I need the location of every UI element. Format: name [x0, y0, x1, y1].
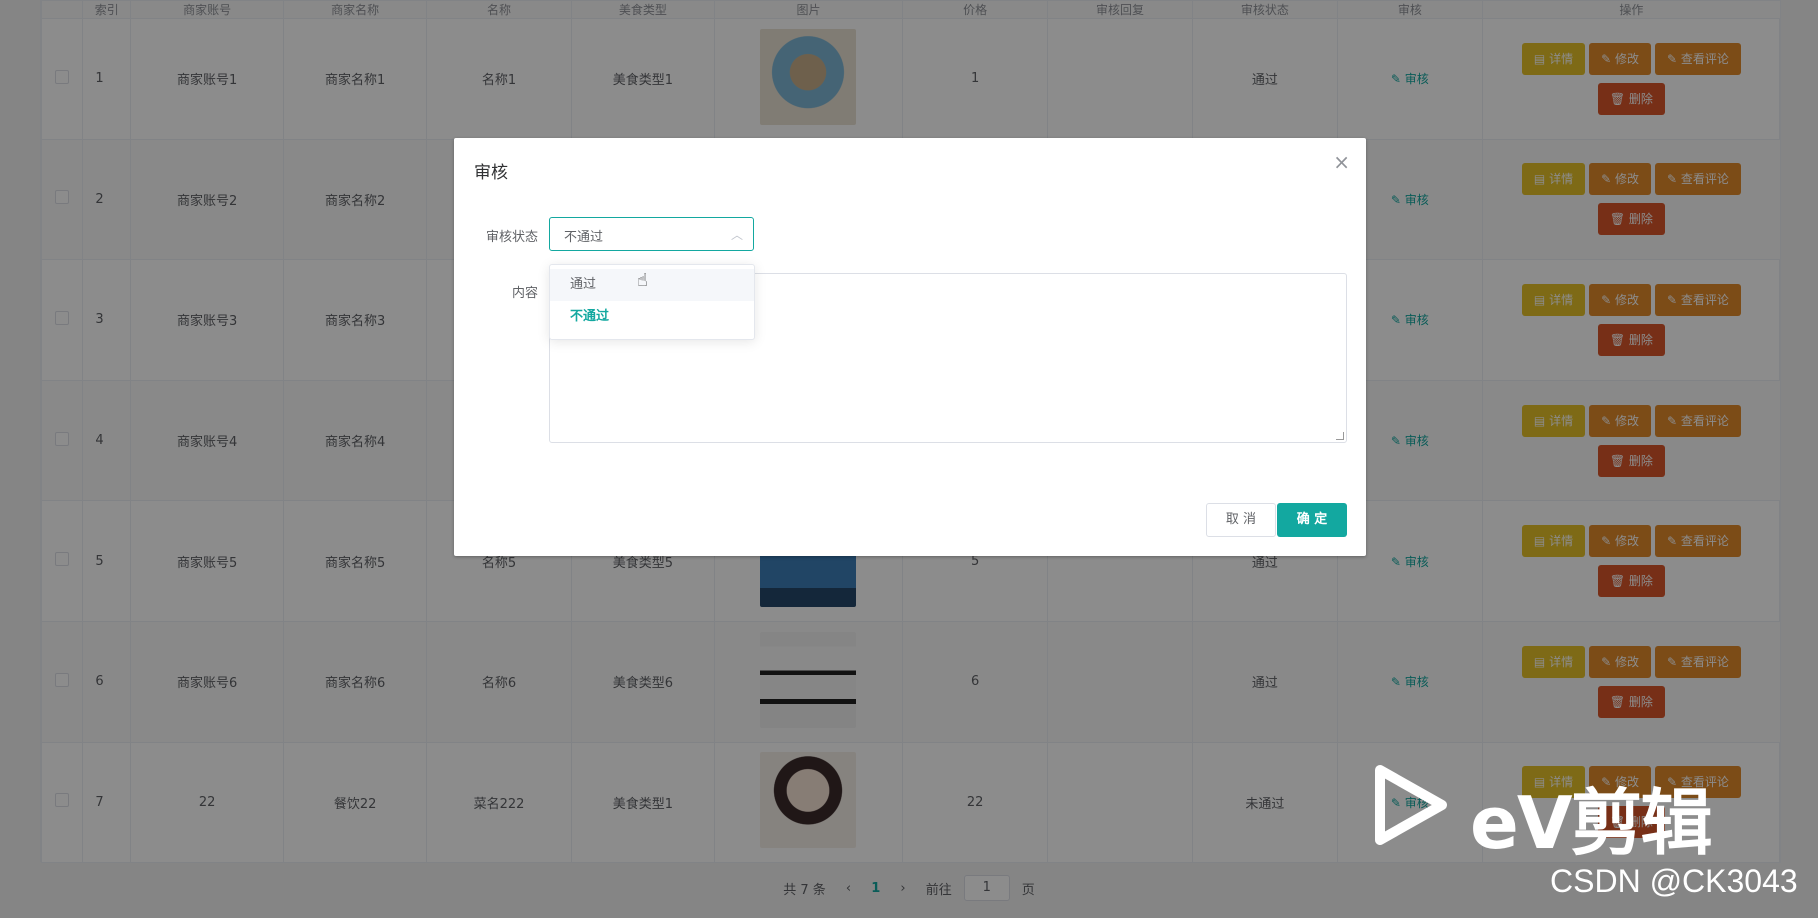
option-pass[interactable]: 通过 — [550, 269, 754, 301]
audit-dialog: 审核 × 审核状态 不通过 ︿ 内容 取 消 确 定 — [454, 138, 1366, 556]
watermark-logo: eV剪辑 — [1370, 760, 1730, 865]
confirm-button[interactable]: 确 定 — [1277, 503, 1347, 537]
status-select[interactable]: 不通过 ︿ — [549, 217, 754, 251]
status-select-value: 不通过 — [564, 230, 604, 245]
dialog-title: 审核 — [474, 163, 508, 183]
chevron-up-icon: ︿ — [730, 228, 743, 242]
watermark-brand: eV剪辑 — [1470, 781, 1713, 865]
watermark-csdn: CSDN @CK3043 — [1550, 863, 1798, 899]
content-label: 内容 — [511, 286, 538, 301]
play-icon — [1375, 765, 1447, 845]
cancel-button[interactable]: 取 消 — [1206, 503, 1276, 537]
status-dropdown: 通过 不通过 — [549, 264, 755, 340]
status-label: 审核状态 — [485, 230, 538, 245]
resize-handle-icon[interactable] — [1336, 432, 1344, 440]
option-fail[interactable]: 不通过 — [550, 301, 754, 333]
close-icon[interactable]: × — [1333, 152, 1350, 172]
hand-cursor-icon: ☝ — [637, 270, 648, 291]
